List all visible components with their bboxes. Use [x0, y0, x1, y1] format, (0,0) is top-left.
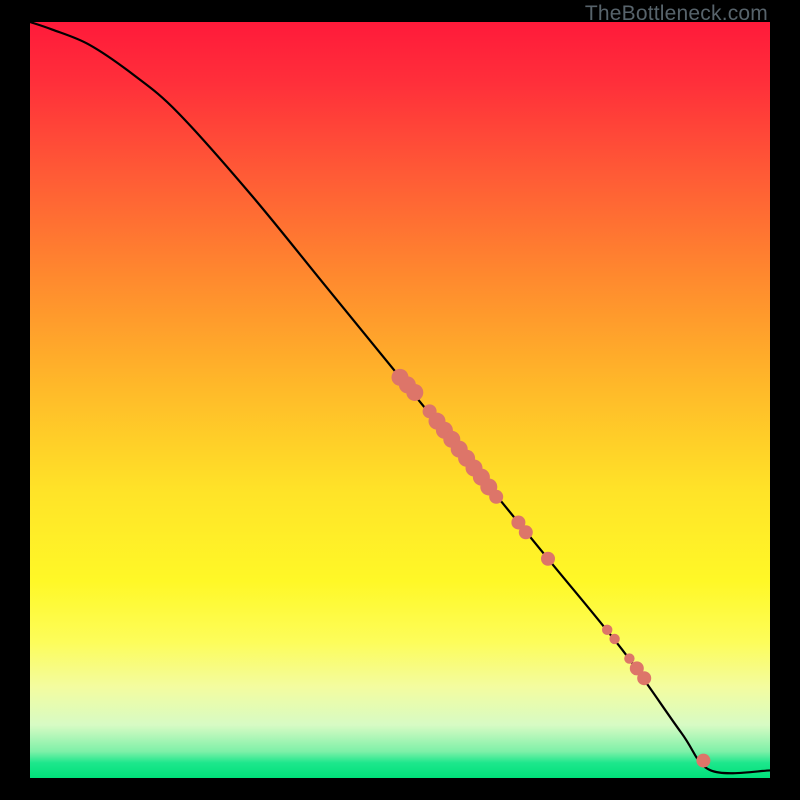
data-point: [624, 653, 634, 663]
watermark-text: TheBottleneck.com: [585, 2, 768, 26]
data-point: [519, 525, 533, 539]
curve-line: [30, 22, 770, 773]
data-point: [406, 384, 423, 401]
data-point: [541, 552, 555, 566]
chart-svg: [30, 22, 770, 778]
data-point: [637, 671, 651, 685]
data-point: [609, 634, 619, 644]
data-point: [602, 625, 612, 635]
plot-area: [30, 22, 770, 778]
chart-frame: TheBottleneck.com: [0, 0, 800, 800]
data-point: [696, 754, 710, 768]
data-point: [489, 490, 503, 504]
